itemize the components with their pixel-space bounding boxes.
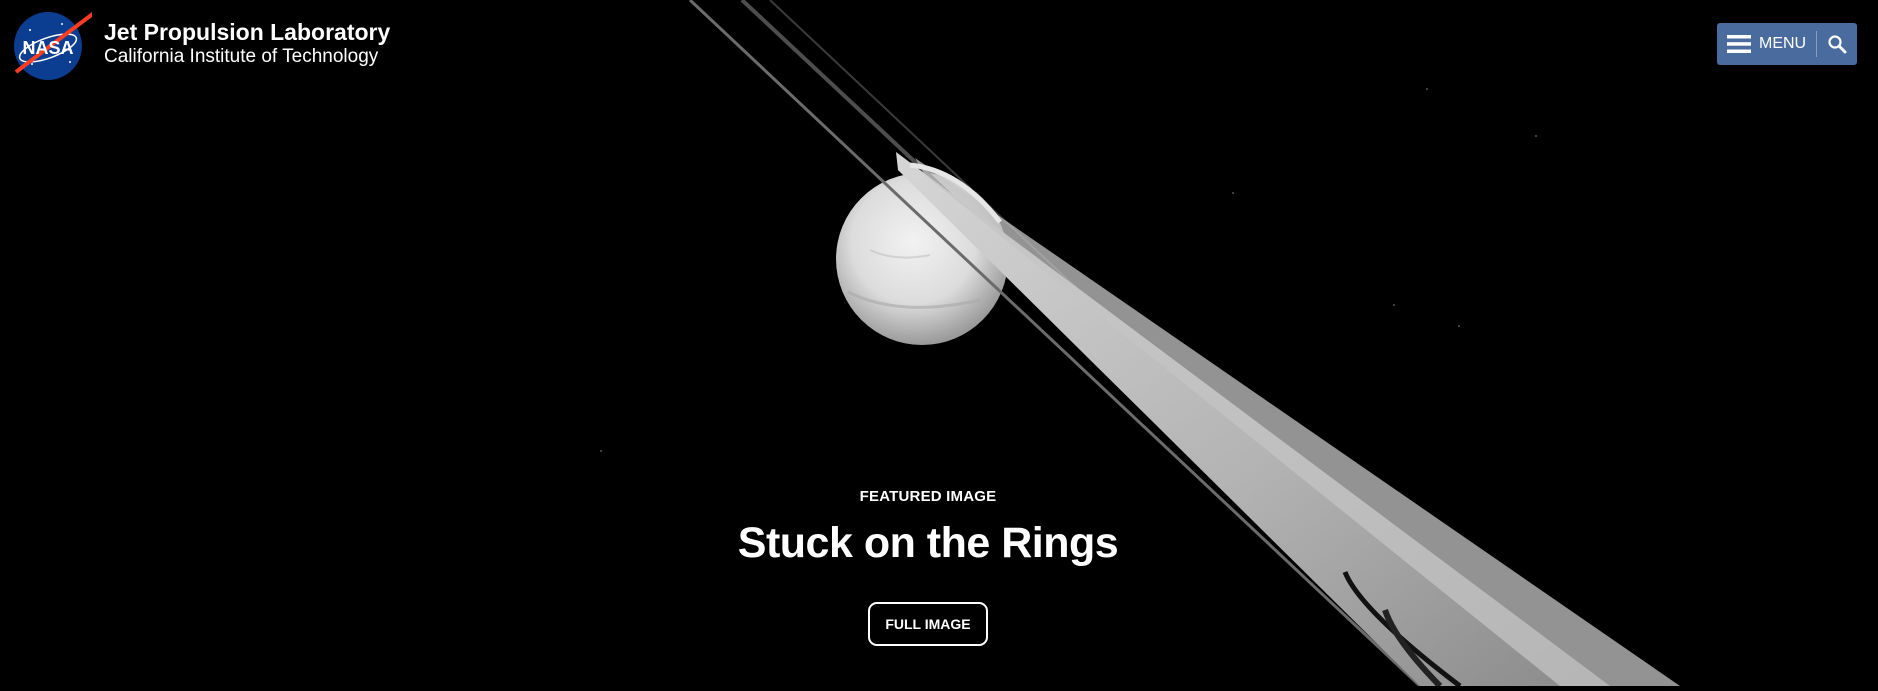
org-subtitle: California Institute of Technology xyxy=(104,46,379,68)
nav-bar: MENU xyxy=(1717,23,1857,65)
org-name: Jet Propulsion Laboratory xyxy=(104,18,391,45)
search-icon xyxy=(1828,35,1847,54)
featured-image-label: FEATURED IMAGE xyxy=(859,488,997,505)
menu-button[interactable]: MENU xyxy=(1717,23,1816,65)
featured-image-panel: FEATURED IMAGE Stuck on the Rings FULL I… xyxy=(0,488,1856,646)
site-logo-link[interactable]: NASA Jet Propulsion Laboratory Californi… xyxy=(10,6,390,82)
nasa-wordmark: NASA xyxy=(22,38,73,58)
hamburger-icon xyxy=(1727,35,1751,53)
featured-image-title[interactable]: Stuck on the Rings xyxy=(0,519,1856,568)
search-button[interactable] xyxy=(1817,23,1857,65)
menu-label: MENU xyxy=(1759,35,1807,52)
full-image-button[interactable]: FULL IMAGE xyxy=(868,602,988,646)
nasa-meatball-icon: NASA xyxy=(14,12,92,80)
org-name-block: Jet Propulsion Laboratory California Ins… xyxy=(104,18,391,68)
